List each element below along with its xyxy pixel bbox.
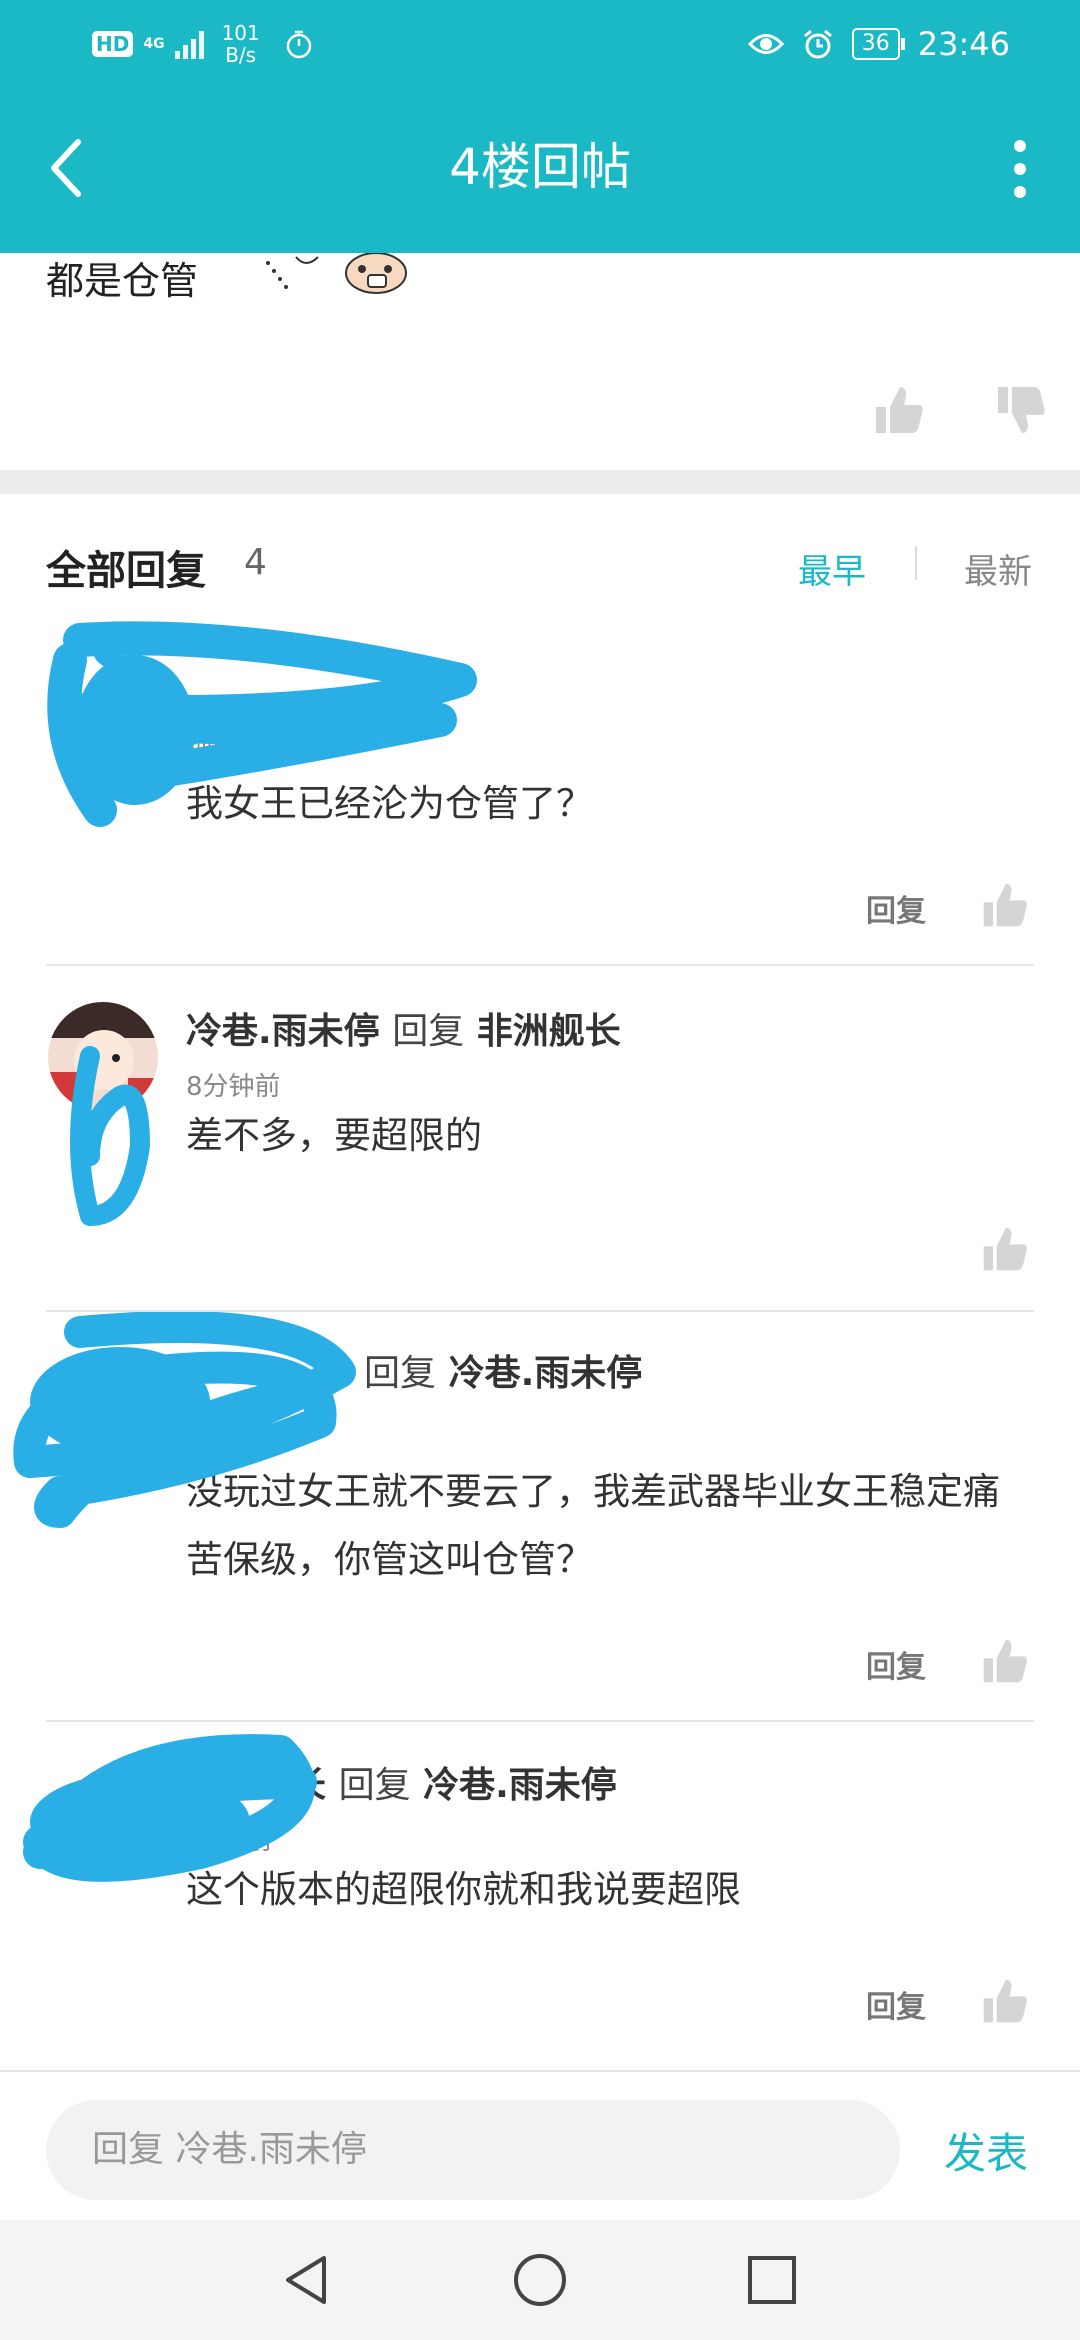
status-bar: HD 4G 101 B/s 36 23:46 [0, 0, 1080, 84]
system-nav-bar [0, 2220, 1080, 2340]
home-circle-icon[interactable] [510, 2250, 570, 2310]
post-text: 都是仓管 [46, 259, 199, 303]
timer-icon [286, 30, 312, 59]
reply-button[interactable]: 回复 [866, 1642, 926, 1686]
reply-word: 回复 [364, 1353, 437, 1394]
redaction-scribble [70, 1046, 150, 1226]
title-bar: 4楼回帖 [0, 84, 1080, 253]
thumbs-up-icon[interactable] [980, 1976, 1030, 2026]
reply-author[interactable]: 冷巷.雨未停 [186, 1011, 380, 1052]
hd-badge: HD [92, 31, 134, 57]
eye-icon [747, 34, 784, 54]
reply-item: 长 回复 冷巷.雨未停 秒前 这个版本的超限你就和我说要超限 回复 [0, 1722, 1080, 2070]
sort-divider [915, 546, 917, 580]
reply-item: 钟前 我女王已经沦为仓管了？ 回复 [0, 621, 1080, 966]
thumbs-down-icon[interactable] [994, 383, 1048, 437]
reply-time: 8分钟前 [186, 1072, 281, 1102]
reply-button[interactable]: 回复 [866, 886, 926, 930]
replies-header: 全部回复 4 最早 最新 [0, 494, 1080, 632]
back-triangle-icon[interactable] [278, 2250, 338, 2310]
reply-button[interactable]: 回复 [866, 1982, 926, 2026]
redaction-scribble [47, 621, 477, 827]
reply-author-line: 冷巷.雨未停 回复 非洲舰长 [186, 1002, 621, 1054]
reply-item: 冷巷.雨未停 回复 非洲舰长 8分钟前 差不多，要超限的 [0, 966, 1080, 1312]
network-type: 4G [143, 36, 164, 52]
clock: 23:46 [917, 25, 1010, 63]
battery-indicator: 36 [851, 28, 905, 60]
status-right: 36 23:46 [747, 22, 1010, 66]
recent-apps-icon[interactable] [742, 2250, 802, 2310]
reply-target[interactable]: 冷巷.雨未停 [423, 1765, 617, 1806]
replies-count: 4 [244, 542, 267, 583]
reply-target[interactable]: 非洲舰长 [477, 1011, 621, 1052]
reply-input[interactable]: 回复 冷巷.雨未停 [46, 2100, 900, 2200]
section-separator [0, 470, 1080, 494]
replies-title: 全部回复 [46, 548, 206, 594]
reply-word: 回复 [392, 1011, 465, 1052]
reply-content: 差不多，要超限的 [186, 1114, 482, 1157]
status-left: HD 4G 101 B/s [92, 22, 314, 66]
alarm-icon [803, 29, 832, 59]
post-content: 都是仓管 [0, 253, 1080, 470]
reply-target[interactable]: 冷巷.雨未停 [449, 1353, 643, 1394]
redaction-scribble [23, 1734, 317, 1882]
send-button[interactable]: 发表 [944, 2120, 1028, 2181]
sort-latest-tab[interactable]: 最新 [964, 544, 1032, 593]
thumbs-up-icon[interactable] [980, 1224, 1030, 1274]
page-title: 4楼回帖 [449, 138, 631, 196]
redaction-scribble [13, 1312, 356, 1528]
reply-composer: 回复 冷巷.雨未停 发表 [0, 2070, 1080, 2222]
more-vertical-icon[interactable] [1000, 134, 1040, 204]
reply-item: 回复 冷巷.雨未停 没玩过女王就不要云了，我差武器毕业女王稳定痛苦保级，你管这叫… [0, 1312, 1080, 1722]
network-label: 4G [143, 36, 165, 52]
sticker-image [266, 253, 407, 294]
signal-icon [174, 29, 204, 59]
app-header-bar: HD 4G 101 B/s 36 23:46 4楼回帖 [0, 0, 1080, 253]
thumbs-up-icon[interactable] [872, 383, 926, 437]
thumbs-up-icon[interactable] [980, 880, 1030, 930]
thumbs-up-icon[interactable] [980, 1636, 1030, 1686]
network-speed: 101 B/s [222, 22, 260, 66]
speed-unit: B/s [225, 43, 257, 67]
sort-earliest-tab[interactable]: 最早 [798, 544, 866, 593]
speed-value: 101 [221, 21, 260, 45]
reply-author-line: 回复 冷巷.雨未停 [364, 1344, 642, 1396]
